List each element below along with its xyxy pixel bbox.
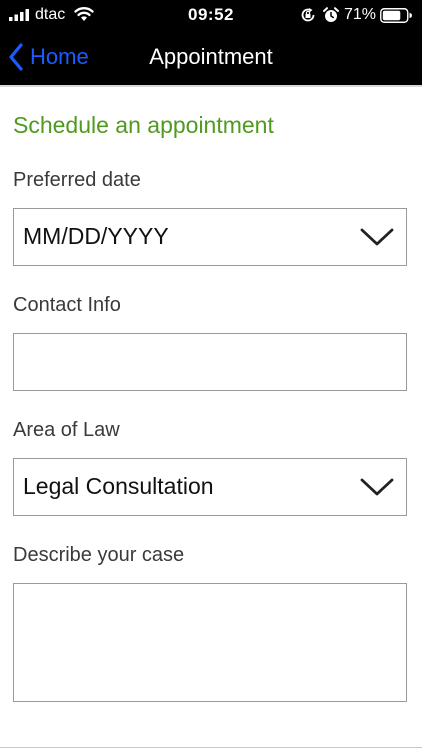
page-title: Appointment [149, 44, 273, 69]
preferred-date-picker[interactable]: MM/DD/YYYY [13, 208, 407, 266]
battery-icon [380, 8, 412, 23]
contact-info-label: Contact Info [13, 294, 121, 316]
describe-case-label: Describe your case [13, 544, 185, 566]
area-of-law-selected: Legal Consultation [23, 473, 214, 499]
status-bar: dtac 09:52 71% [0, 0, 422, 30]
chevron-down-icon [360, 478, 394, 496]
bottom-divider [0, 747, 422, 748]
chevron-down-icon [360, 228, 394, 246]
area-of-law-select[interactable]: Legal Consultation [13, 458, 407, 516]
rotation-lock-icon [301, 8, 315, 22]
app-header: dtac 09:52 71% Home Appointment [0, 0, 422, 85]
battery-percent: 71% [344, 6, 377, 23]
alarm-clock-icon [323, 7, 339, 22]
area-of-law-label: Area of Law [13, 419, 120, 441]
navigation-bar: Home Appointment [0, 30, 422, 85]
preferred-date-value: MM/DD/YYYY [23, 223, 169, 249]
describe-case-textarea[interactable] [13, 583, 407, 702]
preferred-date-label: Preferred date [13, 169, 141, 191]
contact-info-input[interactable] [13, 333, 407, 391]
header-divider [0, 85, 422, 87]
section-title: Schedule an appointment [13, 112, 274, 138]
